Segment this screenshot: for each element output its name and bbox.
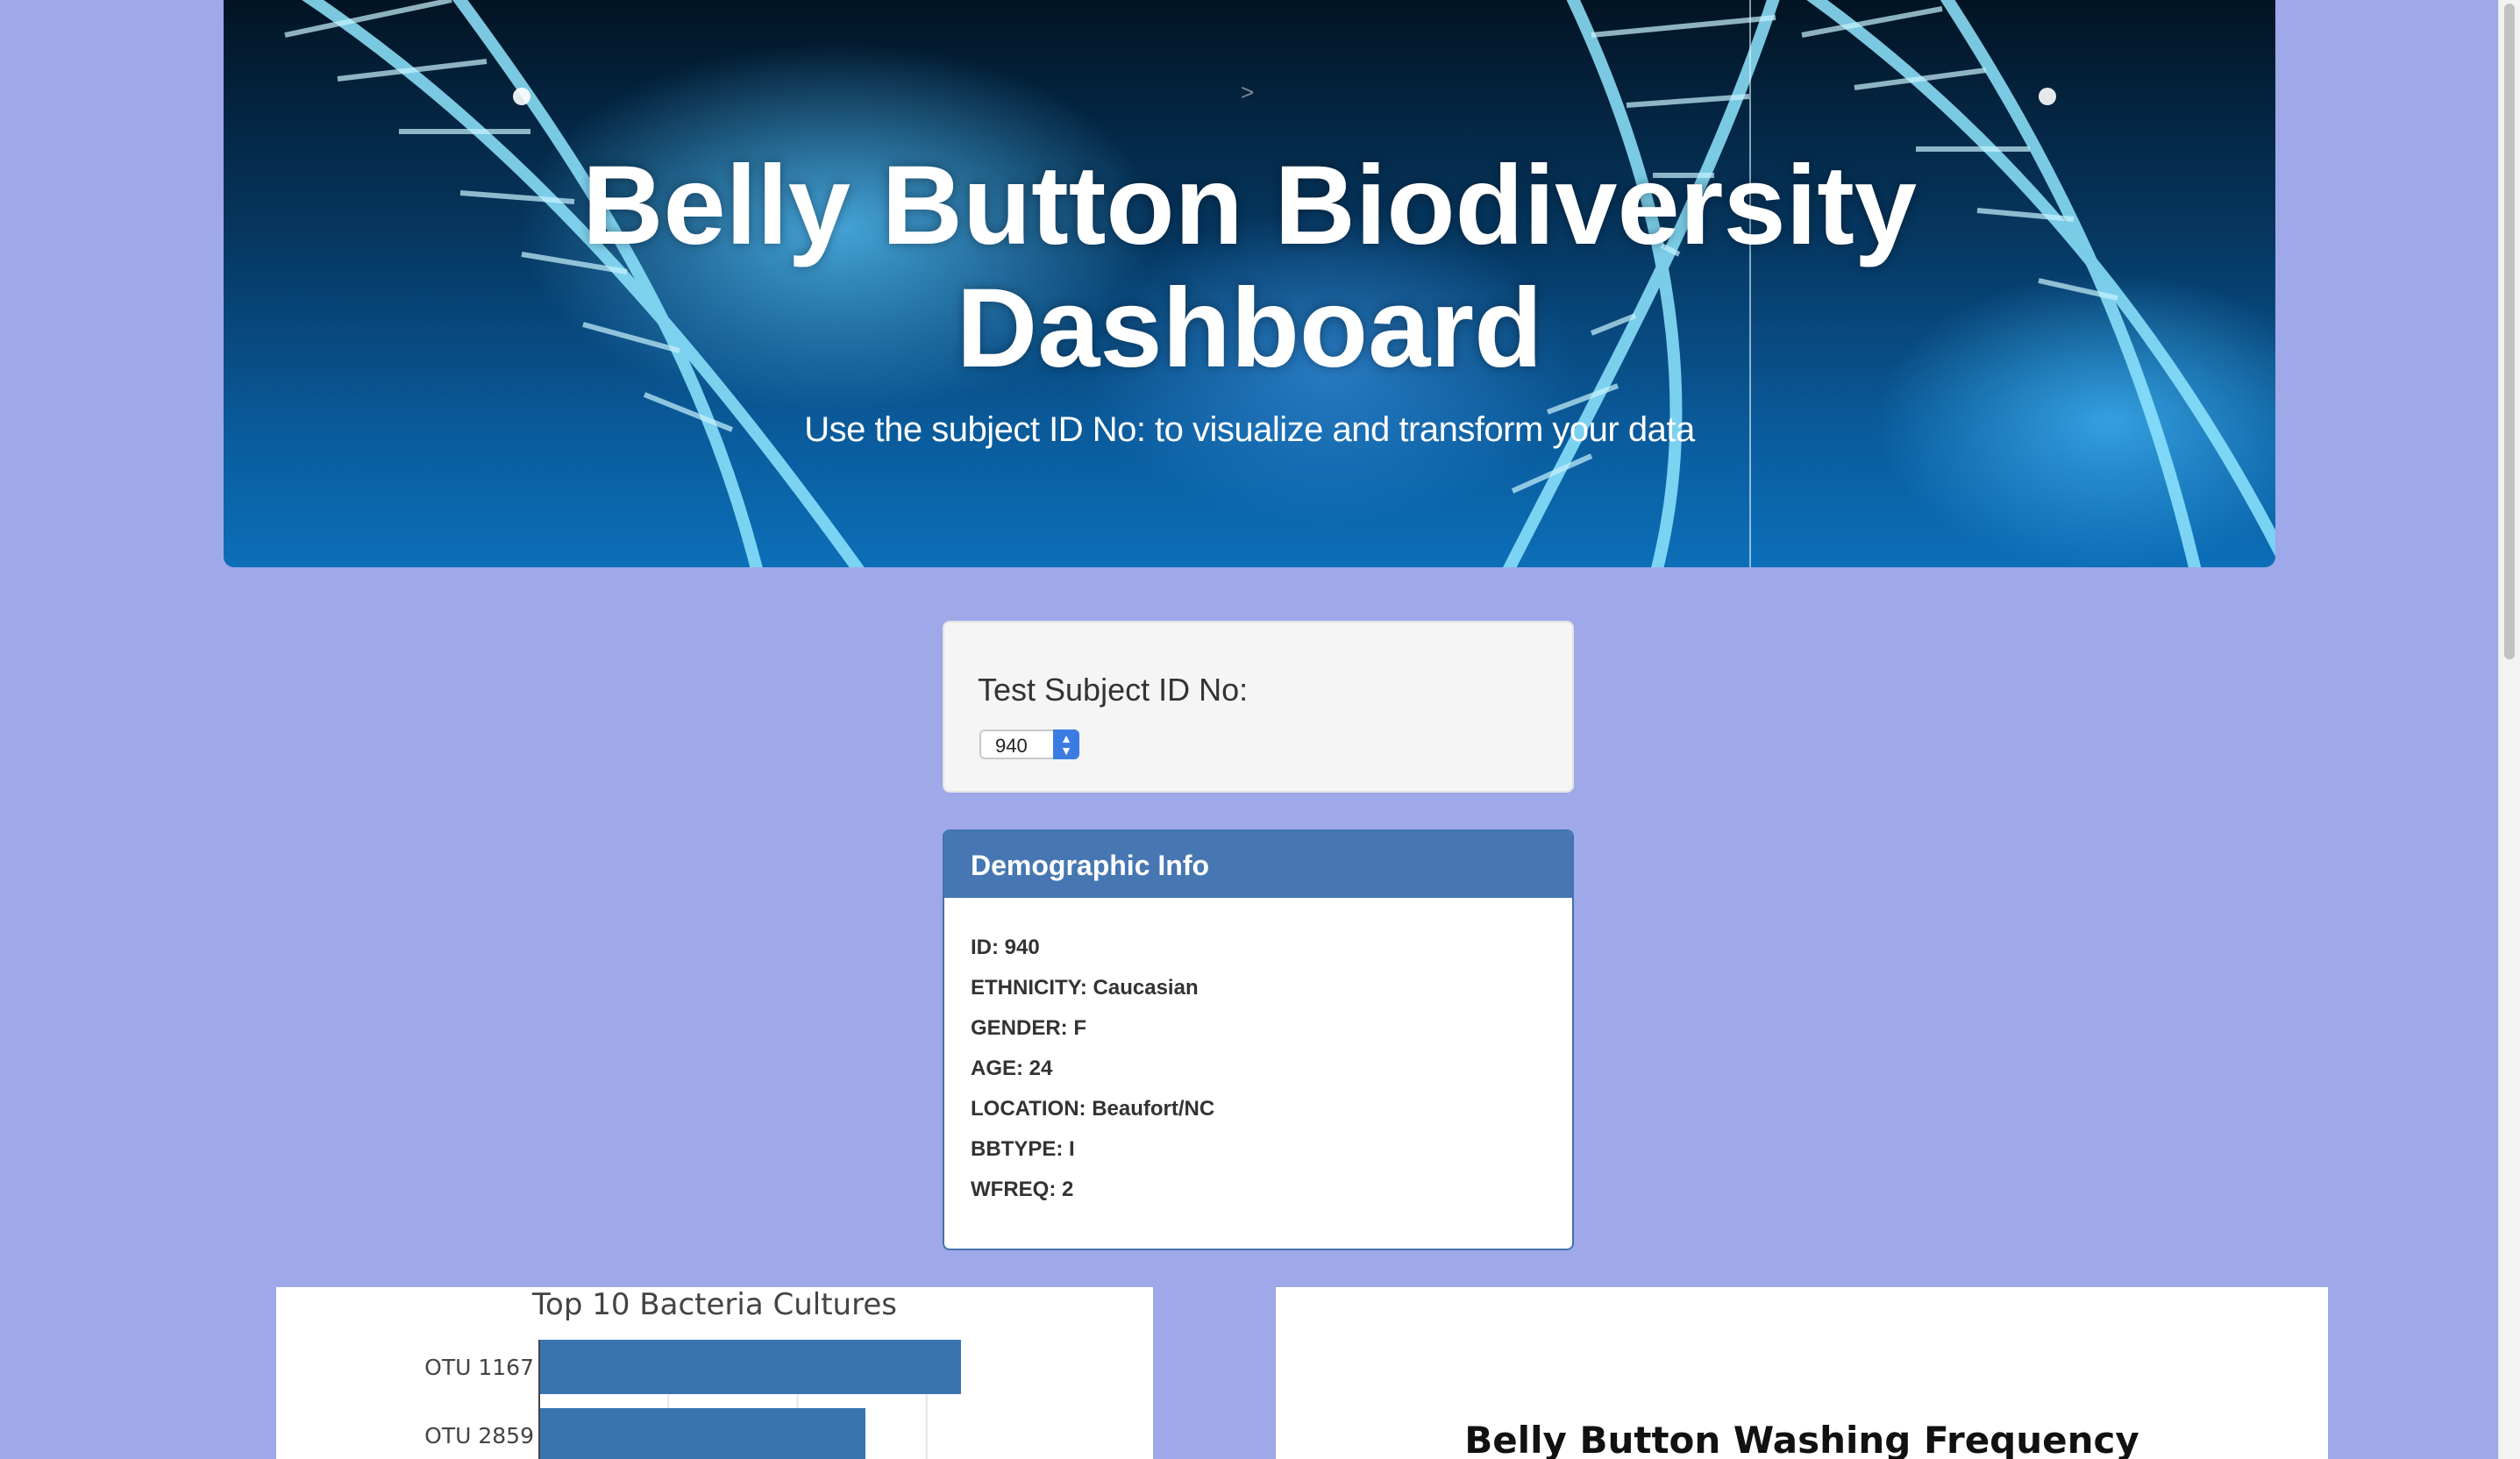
demographic-line-id: ID: 940 xyxy=(971,936,1040,959)
page: > Belly Button Biodiversity Dashboard Us… xyxy=(0,0,2520,1459)
subject-id-select[interactable]: 940 ▲ ▼ xyxy=(979,730,1079,759)
hero-caret: > xyxy=(1241,79,1255,105)
page-title-line2: Dashboard xyxy=(956,266,1543,391)
page-title-line1: Belly Button Biodiversity xyxy=(582,143,1917,268)
page-scrollbar[interactable] xyxy=(2498,0,2520,1459)
demographic-line-bbtype: BBTYPE: I xyxy=(971,1137,1075,1161)
bar-2[interactable] xyxy=(540,1408,865,1459)
page-subtitle: Use the subject ID No: to visualize and … xyxy=(804,410,1695,449)
bar-chart-title: Top 10 Bacteria Cultures xyxy=(532,1287,897,1322)
subject-id-selected-value: 940 xyxy=(995,735,1028,757)
bar-chart-card: Top 10 Bacteria Cultures OTU 1167 OTU 285… xyxy=(276,1287,1153,1459)
hero-banner: > Belly Button Biodiversity Dashboard Us… xyxy=(224,0,2275,567)
scrollbar-thumb[interactable] xyxy=(2504,4,2515,659)
gauge-chart-card: Belly Button Washing Frequency xyxy=(1276,1287,2328,1459)
bar-label-2: OTU 2859 xyxy=(424,1423,534,1448)
chevron-updown-icon: ▲ ▼ xyxy=(1053,730,1079,759)
demographic-line-gender: GENDER: F xyxy=(971,1016,1086,1040)
demographic-info-heading: Demographic Info xyxy=(944,831,1572,898)
gauge-chart-title: Belly Button Washing Frequency xyxy=(1464,1419,2139,1459)
bar-label-1: OTU 1167 xyxy=(424,1355,534,1380)
subject-selector-label: Test Subject ID No: xyxy=(978,672,1249,708)
bar-1[interactable] xyxy=(540,1340,961,1394)
demographic-line-age: AGE: 24 xyxy=(971,1057,1053,1080)
subject-selector-well: Test Subject ID No: 940 ▲ ▼ xyxy=(943,621,1574,793)
page-title: Belly Button Biodiversity Dashboard xyxy=(224,145,2275,390)
demographic-line-location: LOCATION: Beaufort/NC xyxy=(971,1097,1215,1121)
demographic-info-panel: Demographic Info ID: 940 ETHNICITY: Cauc… xyxy=(943,829,1574,1250)
demographic-info-body: ID: 940 ETHNICITY: Caucasian GENDER: F A… xyxy=(944,898,1572,1217)
demographic-line-ethnicity: ETHNICITY: Caucasian xyxy=(971,976,1199,1000)
demographic-line-wfreq: WFREQ: 2 xyxy=(971,1178,1074,1201)
